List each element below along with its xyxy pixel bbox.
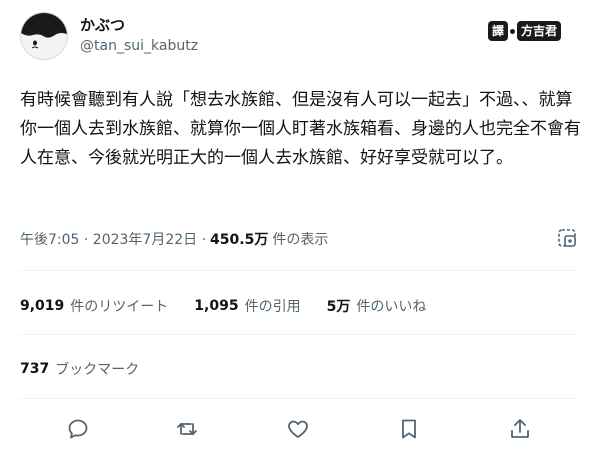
likes-stat[interactable]: 5万 件のいいね [327,296,427,316]
grok-icon[interactable] [556,227,578,249]
likes-count: 5万 [326,299,351,315]
retweet-icon [177,423,197,435]
quotes-label: 件の引用 [244,299,301,315]
avatar-image [21,13,67,59]
tweet-meta: 午後7:05 · 2023年7月22日 · 450.5万 件の表示 [20,229,328,249]
heart-icon [288,420,308,438]
bookmark-button[interactable] [396,416,422,442]
bookmarks-label: ブックマーク [55,362,140,378]
translator-badge-right: 方吉君 [517,21,562,41]
retweets-stat[interactable]: 9,019 件のリツイート [20,296,168,316]
views-label: 件の表示 [272,232,329,248]
retweets-count: 9,019 [20,298,65,314]
display-name[interactable]: かぶつ [80,14,125,35]
avatar[interactable] [20,12,68,60]
bookmarks-stat[interactable]: 737 ブックマーク [20,359,139,379]
action-bar [20,414,578,444]
bookmarks-count: 737 [20,361,50,377]
share-icon [511,419,529,438]
divider-bottom [20,398,578,399]
views-count: 450.5万 [210,232,269,248]
tweet-text: 有時候會聽到有人說「想去水族館、但是沒有人可以一起去」不過、、就算你一個人去到水… [20,90,581,168]
reply-button[interactable] [65,416,91,442]
engagement-stats: 9,019 件のリツイート 1,095 件の引用 5万 件のいいね [20,296,452,316]
share-button[interactable] [507,416,533,442]
bookmark-icon [402,419,416,439]
divider-top [20,270,578,271]
quotes-count: 1,095 [194,298,239,314]
quotes-stat[interactable]: 1,095 件の引用 [194,296,300,316]
retweet-button[interactable] [174,416,200,442]
likes-label: 件のいいね [356,299,427,315]
retweets-label: 件のリツイート [70,299,169,315]
tweet-timestamp[interactable]: 午後7:05 · 2023年7月22日 · [20,229,206,249]
translator-badge-left: 譯 [488,21,509,41]
translator-watermark: 譯 方吉君 [488,20,562,42]
like-button[interactable] [285,416,311,442]
reply-icon [68,419,88,439]
user-handle[interactable]: @tan_sui_kabutz [80,38,198,54]
divider-middle [20,334,578,335]
translator-badge-dot [510,28,516,34]
